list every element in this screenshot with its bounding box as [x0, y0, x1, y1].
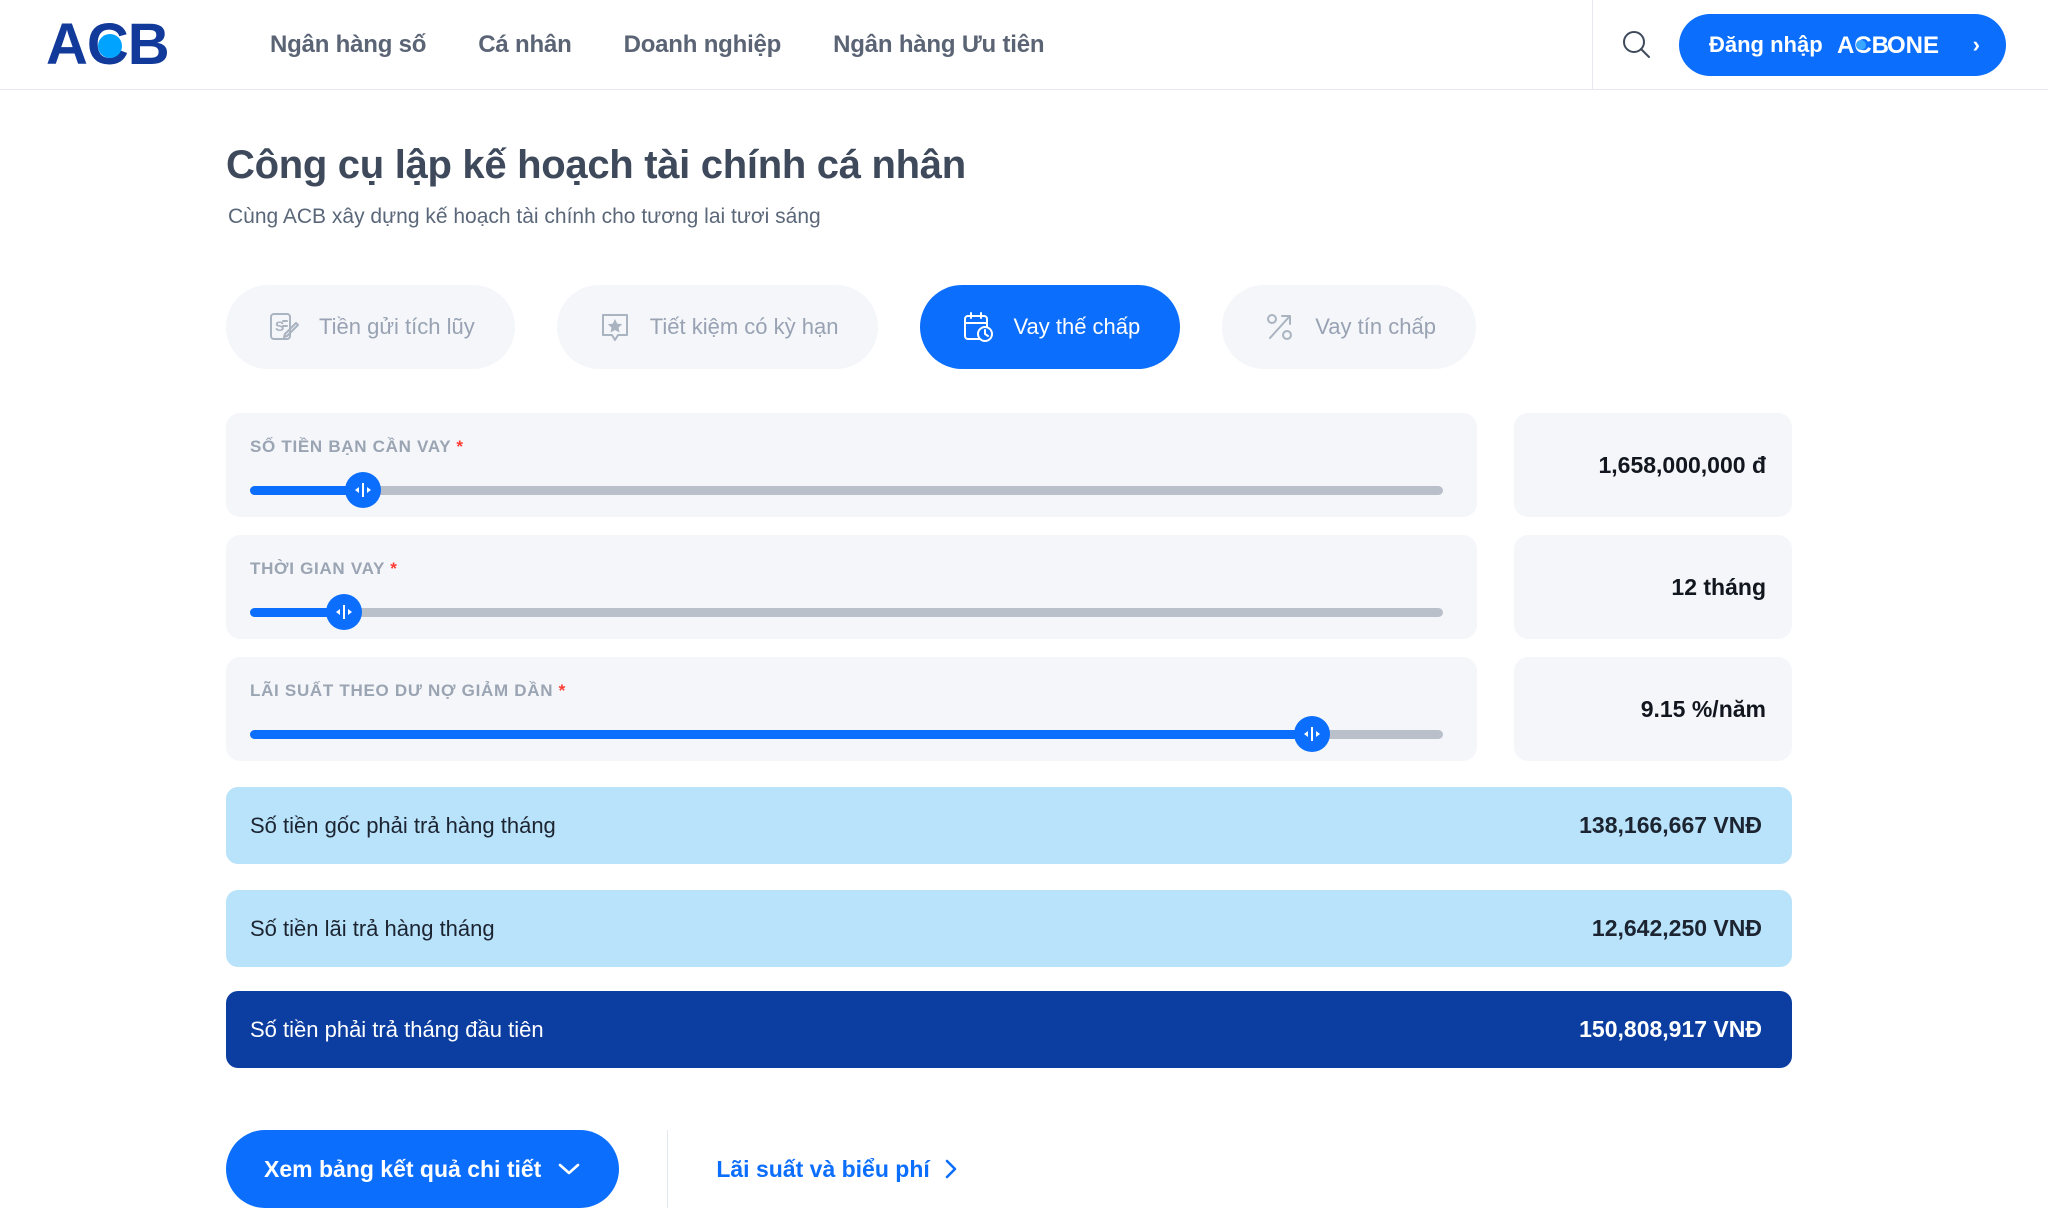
acbone-logo-icon: ACB ONE [1837, 32, 1939, 58]
drag-handle-icon [1303, 727, 1320, 741]
tab-vay-tin-chap[interactable]: Vay tín chấp [1222, 285, 1476, 369]
action-divider [667, 1130, 669, 1208]
acbone-wordmark: ACB ONE [1837, 32, 1955, 58]
required-asterisk: * [558, 681, 566, 700]
slider-label-text: Số tiền bạn cần vay [250, 437, 451, 456]
slider-track [250, 486, 1443, 495]
search-icon [1623, 30, 1650, 58]
header-right: Đăng nhập ACB ONE › [1592, 0, 2048, 89]
main-content: Công cụ lập kế hoạch tài chính cá nhân C… [0, 143, 2048, 1208]
result-value: 12,642,250 VNĐ [1591, 915, 1762, 941]
acb-logo-icon: ACB [46, 17, 170, 73]
result-value: 150,808,917 VNĐ [1579, 1016, 1762, 1042]
chevron-right-icon [945, 1159, 957, 1179]
slider-label-loan-term: Thời gian vay * [250, 559, 1443, 579]
action-bar: Xem bảng kết quả chi tiết Lãi suất và bi… [226, 1130, 2048, 1208]
slider-thumb[interactable] [326, 594, 363, 630]
star-badge-icon [597, 309, 633, 345]
result-label: Số tiền gốc phải trả hàng tháng [250, 812, 556, 838]
page-subtitle: Cùng ACB xây dựng kế hoạch tài chính cho… [228, 205, 821, 228]
slider-box: Thời gian vay * [226, 535, 1477, 639]
slider-row-interest-rate: Lãi suất theo dư nợ giảm dần * [226, 657, 1792, 761]
calendar-clock-icon [960, 309, 996, 345]
result-row-total: Số tiền phải trả tháng đầu tiên 150,808,… [226, 991, 1792, 1068]
tab-label: Vay thế chấp [1013, 314, 1141, 339]
rates-and-fees-link[interactable]: Lãi suất và biểu phí [716, 1156, 957, 1183]
slider-thumb[interactable] [1293, 716, 1330, 752]
value-interest-rate: 9.15 %/năm [1514, 657, 1792, 761]
acb-logo[interactable]: ACB [46, 17, 222, 73]
required-asterisk: * [456, 437, 464, 456]
tab-tiet-kiem-co-ky-han[interactable]: Tiết kiệm có kỳ hạn [556, 285, 879, 369]
result-label: Số tiền lãi trả hàng tháng [250, 915, 495, 941]
calculator-inputs: Số tiền bạn cần vay * [0, 413, 2048, 761]
result-label: Số tiền phải trả tháng đầu tiên [250, 1016, 544, 1042]
drag-handle-icon [336, 605, 353, 619]
tab-tien-gui-tich-luy[interactable]: S Tiền gửi tích lũy [226, 285, 515, 369]
login-chevron-right-icon: › [1972, 31, 1980, 57]
rates-and-fees-label: Lãi suất và biểu phí [716, 1155, 930, 1182]
site-header: ACB Ngân hàng số Cá nhân Doanh nghiệp Ng… [0, 0, 2048, 90]
result-row: Số tiền lãi trả hàng tháng 12,642,250 VN… [226, 890, 1792, 967]
value-loan-amount: 1,658,000,000 đ [1514, 413, 1792, 517]
value-loan-term: 12 tháng [1514, 535, 1792, 639]
slider-row-loan-amount: Số tiền bạn cần vay * [226, 413, 1792, 517]
tab-label: Tiền gửi tích lũy [319, 314, 475, 339]
deposit-note-pencil-icon: S [266, 309, 302, 345]
slider-label-text: Lãi suất theo dư nợ giảm dần [250, 681, 554, 700]
tab-label: Tiết kiệm có kỳ hạn [649, 314, 839, 339]
page-root: ACB Ngân hàng số Cá nhân Doanh nghiệp Ng… [0, 0, 2048, 1224]
view-detail-table-label: Xem bảng kết quả chi tiết [264, 1155, 542, 1182]
slider-loan-term[interactable] [250, 594, 1443, 630]
nav-item-ca-nhan[interactable]: Cá nhân [478, 31, 571, 59]
slider-label-text: Thời gian vay [250, 559, 385, 578]
tab-label: Vay tín chấp [1315, 314, 1436, 339]
slider-loan-amount[interactable] [250, 472, 1443, 508]
slider-row-loan-term: Thời gian vay * [226, 535, 1792, 639]
slider-box: Số tiền bạn cần vay * [226, 413, 1477, 517]
result-row: Số tiền gốc phải trả hàng tháng 138,166,… [226, 787, 1792, 864]
view-detail-table-button[interactable]: Xem bảng kết quả chi tiết [226, 1130, 620, 1208]
page-title: Công cụ lập kế hoạch tài chính cá nhân [226, 143, 966, 187]
calculator-results: Số tiền gốc phải trả hàng tháng 138,166,… [0, 787, 2048, 1068]
slider-thumb[interactable] [345, 472, 382, 508]
main-nav: Ngân hàng số Cá nhân Doanh nghiệp Ngân h… [270, 31, 1045, 59]
slider-interest-rate[interactable] [250, 716, 1443, 752]
tab-vay-the-chap[interactable]: Vay thế chấp [920, 285, 1181, 369]
slider-label-interest-rate: Lãi suất theo dư nợ giảm dần * [250, 681, 1443, 701]
nav-item-doanh-nghiep[interactable]: Doanh nghiệp [624, 31, 782, 59]
login-button[interactable]: Đăng nhập ACB ONE › [1679, 13, 2006, 76]
slider-label-loan-amount: Số tiền bạn cần vay * [250, 437, 1443, 457]
login-label: Đăng nhập [1709, 31, 1823, 57]
required-asterisk: * [390, 559, 398, 578]
nav-item-ngan-hang-so[interactable]: Ngân hàng số [270, 31, 426, 59]
product-tabs: S Tiền gửi tích lũy Tiết kiệm có kỳ hạn [226, 285, 2048, 369]
nav-item-ngan-hang-uu-tien[interactable]: Ngân hàng Ưu tiên [833, 31, 1044, 59]
slider-track [250, 608, 1443, 617]
drag-handle-icon [355, 483, 372, 497]
svg-text:ONE: ONE [1887, 32, 1939, 58]
slider-fill [250, 730, 1312, 739]
search-button[interactable] [1593, 0, 1679, 89]
percent-arrow-icon [1262, 309, 1298, 345]
chevron-down-icon [559, 1163, 580, 1175]
result-value: 138,166,667 VNĐ [1579, 812, 1762, 838]
slider-box: Lãi suất theo dư nợ giảm dần * [226, 657, 1477, 761]
